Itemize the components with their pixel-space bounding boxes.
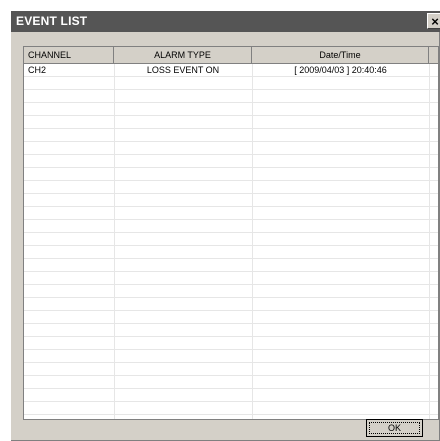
event-list-table[interactable]: CHANNEL ALARM TYPE Date/Time CH2 LOSS EV… <box>23 46 439 420</box>
empty-row <box>24 116 438 129</box>
close-icon: × <box>431 14 439 29</box>
focus-rect <box>369 422 420 434</box>
column-header-channel[interactable]: CHANNEL <box>24 47 114 63</box>
empty-row <box>24 220 438 233</box>
ok-button[interactable]: OK <box>366 419 423 437</box>
window-title: EVENT LIST <box>16 14 88 28</box>
empty-row <box>24 376 438 389</box>
event-list-dialog: EVENT LIST × CHANNEL ALARM TYPE Date/Tim… <box>10 10 440 441</box>
empty-row <box>24 142 438 155</box>
empty-row <box>24 298 438 311</box>
empty-row <box>24 363 438 376</box>
close-button[interactable]: × <box>427 13 440 29</box>
titlebar: EVENT LIST × <box>11 11 440 32</box>
empty-row <box>24 389 438 402</box>
empty-row <box>24 181 438 194</box>
empty-row <box>24 155 438 168</box>
cell-channel: CH2 <box>28 65 47 75</box>
empty-row <box>24 194 438 207</box>
cell-datetime: [ 2009/04/03 ] 20:40:46 <box>294 65 387 75</box>
empty-row <box>24 77 438 90</box>
table-body: CH2 LOSS EVENT ON [ 2009/04/03 ] 20:40:4… <box>24 64 438 419</box>
empty-row <box>24 324 438 337</box>
empty-row <box>24 233 438 246</box>
empty-row <box>24 311 438 324</box>
cell-alarm-type: LOSS EVENT ON <box>146 65 220 75</box>
empty-row <box>24 259 438 272</box>
empty-row <box>24 129 438 142</box>
empty-row <box>24 207 438 220</box>
empty-row <box>24 272 438 285</box>
table-header: CHANNEL ALARM TYPE Date/Time <box>24 47 438 64</box>
empty-row <box>24 168 438 181</box>
column-header-datetime[interactable]: Date/Time <box>252 47 429 63</box>
column-header-alarm-type[interactable]: ALARM TYPE <box>114 47 252 63</box>
empty-row <box>24 350 438 363</box>
column-header-filler <box>429 47 438 63</box>
empty-row <box>24 337 438 350</box>
empty-row <box>24 90 438 103</box>
empty-row <box>24 285 438 298</box>
table-row[interactable]: CH2 LOSS EVENT ON [ 2009/04/03 ] 20:40:4… <box>24 64 438 77</box>
empty-row <box>24 402 438 415</box>
empty-row <box>24 246 438 259</box>
empty-row <box>24 103 438 116</box>
